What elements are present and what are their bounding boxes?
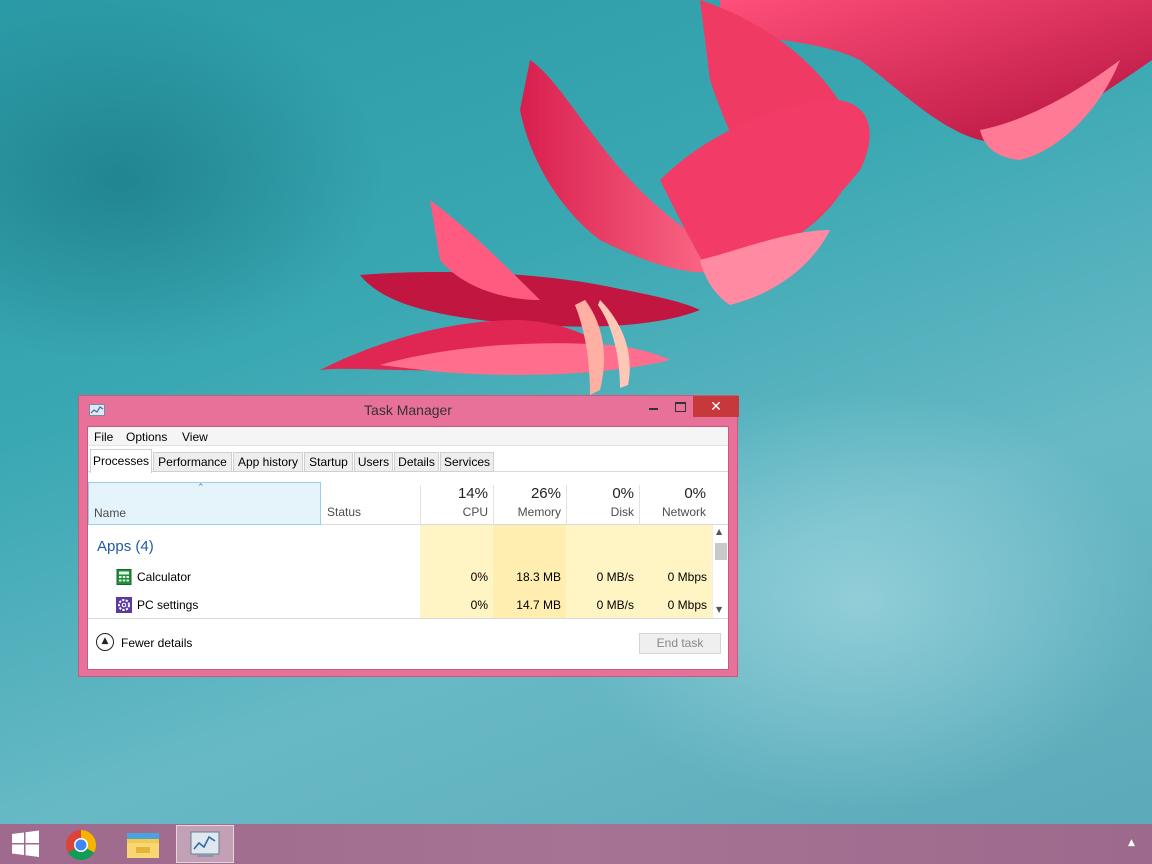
start-button[interactable]: [0, 825, 58, 863]
disk-cell: 0 MB/s: [596, 570, 634, 584]
network-cell: 0 Mbps: [667, 598, 707, 612]
status-column-header[interactable]: Status: [327, 505, 361, 519]
name-column-header[interactable]: ⌃ Name: [88, 482, 321, 525]
disk-column-header[interactable]: Disk: [574, 505, 634, 519]
window-title: Task Manager: [364, 402, 452, 418]
menu-view[interactable]: View: [182, 430, 208, 444]
close-button[interactable]: ✕: [693, 396, 739, 417]
vertical-scrollbar[interactable]: ▲ ▼: [712, 525, 728, 618]
close-icon: ✕: [710, 398, 722, 414]
cpu-column-header[interactable]: CPU: [428, 505, 488, 519]
memory-cell: 14.7 MB: [516, 598, 561, 612]
column-divider: [566, 485, 567, 525]
scroll-up-icon[interactable]: ▲: [716, 527, 722, 536]
menu-options[interactable]: Options: [126, 430, 167, 444]
calculator-icon: [116, 569, 132, 585]
table-row[interactable]: Calculator 0% 18.3 MB 0 MB/s 0 Mbps: [88, 563, 712, 591]
taskbar-task-manager[interactable]: [176, 825, 234, 863]
process-list: Apps (4) Calculator 0% 18.3 MB 0 MB/s 0 …: [88, 525, 712, 618]
sort-up-icon: ⌃: [197, 483, 205, 493]
column-header-row: ⌃ Name Status 14% CPU 26% Memory 0% Disk…: [88, 473, 728, 525]
fewer-details-link[interactable]: Fewer details: [121, 636, 192, 650]
network-total-percent: 0%: [684, 485, 706, 502]
scrollbar-thumb[interactable]: [715, 543, 727, 560]
chevron-up-circle-icon[interactable]: ▲: [96, 633, 114, 651]
taskbar-chrome[interactable]: [54, 825, 112, 863]
windows-logo-icon: [12, 830, 39, 857]
window-client-area: File Options View Processes Performance …: [87, 426, 729, 670]
footer-bar: ▲ Fewer details End task: [88, 618, 728, 669]
column-divider: [493, 485, 494, 525]
taskbar-file-explorer[interactable]: [114, 825, 172, 863]
column-divider: [639, 485, 640, 525]
name-column-label: Name: [94, 506, 127, 520]
tab-processes[interactable]: Processes: [90, 449, 152, 473]
disk-cell: 0 MB/s: [596, 598, 634, 612]
tab-strip: Processes Performance App history Startu…: [88, 447, 728, 473]
chrome-icon: [65, 830, 97, 861]
table-row[interactable]: PC settings 0% 14.7 MB 0 MB/s 0 Mbps: [88, 591, 712, 618]
tab-users[interactable]: Users: [354, 452, 393, 472]
tab-performance[interactable]: Performance: [153, 452, 232, 472]
task-manager-icon: [190, 831, 220, 857]
memory-cell: 18.3 MB: [516, 570, 561, 584]
menu-bar: File Options View: [88, 427, 728, 446]
taskbar: [0, 824, 1152, 864]
task-manager-window: Task Manager ✕ File Options View Process…: [78, 395, 739, 677]
scroll-down-icon[interactable]: ▼: [716, 605, 722, 614]
cpu-cell: 0%: [470, 598, 488, 612]
memory-total-percent: 26%: [530, 485, 561, 502]
memory-column-header[interactable]: Memory: [500, 505, 561, 519]
title-bar[interactable]: Task Manager ✕: [79, 396, 739, 424]
tab-services[interactable]: Services: [440, 452, 494, 472]
end-task-button[interactable]: End task: [639, 633, 721, 654]
tab-app-history[interactable]: App history: [233, 452, 303, 472]
cpu-total-percent: 14%: [457, 485, 488, 502]
show-hidden-icons-icon[interactable]: ▲: [1128, 838, 1135, 848]
folder-icon: [127, 833, 159, 858]
menu-file[interactable]: File: [94, 430, 113, 444]
tab-details[interactable]: Details: [394, 452, 439, 472]
disk-total-percent: 0%: [612, 485, 634, 502]
group-title-apps[interactable]: Apps (4): [97, 538, 154, 555]
process-name: PC settings: [137, 598, 199, 612]
tab-startup[interactable]: Startup: [304, 452, 353, 472]
settings-gear-icon: [116, 597, 132, 613]
process-name: Calculator: [137, 570, 192, 584]
maximize-button[interactable]: [667, 396, 693, 417]
cpu-cell: 0%: [470, 570, 488, 584]
minimize-button[interactable]: [641, 396, 667, 417]
network-column-header[interactable]: Network: [646, 505, 706, 519]
column-divider: [420, 485, 421, 525]
network-cell: 0 Mbps: [667, 570, 707, 584]
